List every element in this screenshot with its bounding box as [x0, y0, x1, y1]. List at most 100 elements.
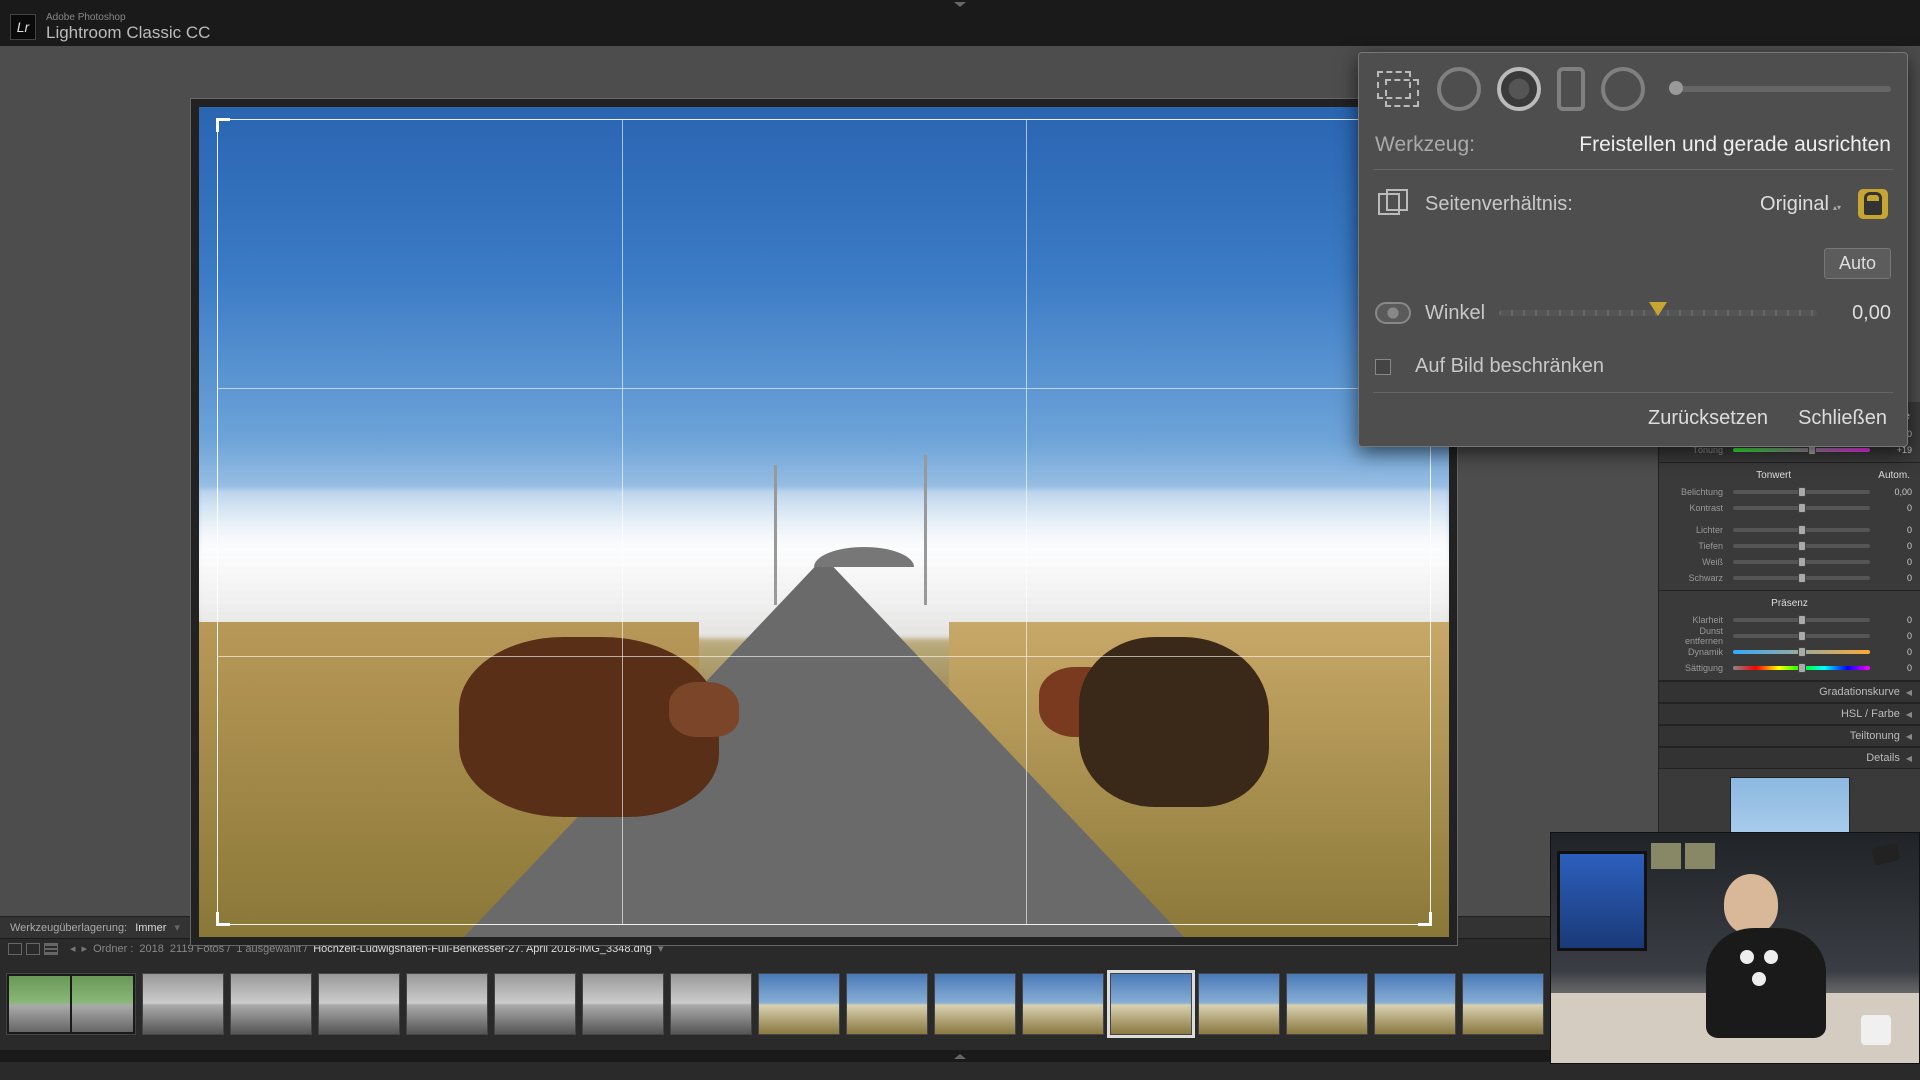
filmstrip-thumbnail[interactable] — [582, 973, 664, 1035]
panel-header-collapsed[interactable]: Gradationskurve◀ — [1659, 681, 1920, 703]
panel-header-collapsed[interactable]: Teiltonung◀ — [1659, 725, 1920, 747]
filmstrip-thumbnail[interactable] — [846, 973, 928, 1035]
slider-value[interactable]: 0 — [1876, 573, 1912, 583]
app-title-wrap: Adobe Photoshop Lightroom Classic CC — [46, 12, 210, 43]
crop-tool-icon[interactable] — [1375, 69, 1421, 109]
chevron-updown-icon: ▴▾ — [1833, 204, 1841, 211]
slider-label: Lichter — [1667, 525, 1727, 535]
tone-slider-row: Lichter 0 — [1667, 522, 1912, 538]
view-mode-single-icon[interactable] — [8, 943, 22, 955]
grid-icon[interactable] — [44, 943, 58, 955]
slider-label: Dunst entfernen — [1667, 626, 1727, 646]
slider-label: Dynamik — [1667, 647, 1727, 657]
tone-slider[interactable] — [1733, 490, 1870, 494]
crop-grid-line — [218, 388, 1430, 389]
crop-handle-bottom-left[interactable] — [216, 912, 230, 926]
webcam-person — [1706, 874, 1796, 1024]
spot-removal-tool-icon[interactable] — [1437, 67, 1481, 111]
slider-value[interactable]: 0 — [1876, 631, 1912, 641]
filmstrip-thumbnail[interactable] — [1374, 973, 1456, 1035]
filmstrip-thumbnail[interactable] — [6, 973, 136, 1035]
filmstrip-thumbnail[interactable] — [142, 973, 224, 1035]
angle-slider-thumb[interactable] — [1649, 302, 1667, 316]
graduated-filter-tool-icon[interactable] — [1557, 67, 1585, 111]
tone-slider[interactable] — [1733, 544, 1870, 548]
filmstrip-thumbnail[interactable] — [406, 973, 488, 1035]
image-preview[interactable] — [199, 107, 1449, 937]
filmstrip-thumbnail[interactable] — [758, 973, 840, 1035]
tone-slider-row: Tiefen 0 — [1667, 538, 1912, 554]
slider-value[interactable]: 0 — [1876, 541, 1912, 551]
slider-value[interactable]: 0 — [1876, 663, 1912, 673]
slider-value[interactable]: 0 — [1876, 647, 1912, 657]
path-year[interactable]: 2018 — [139, 943, 163, 955]
reset-button[interactable]: Zurücksetzen — [1648, 407, 1768, 430]
angle-value[interactable]: 0,00 — [1831, 302, 1891, 325]
angle-slider[interactable] — [1499, 310, 1817, 316]
aspect-ratio-icon[interactable] — [1375, 186, 1411, 222]
chevron-left-icon: ◀ — [1906, 754, 1912, 763]
nav-forward-icon[interactable]: ▸ — [82, 942, 88, 955]
filmstrip-thumbnail[interactable] — [670, 973, 752, 1035]
slider-value[interactable]: 0 — [1876, 503, 1912, 513]
tone-slider[interactable] — [1733, 576, 1870, 580]
slider-value[interactable]: 0,00 — [1876, 487, 1912, 497]
presence-slider-row: Dynamik 0 — [1667, 644, 1912, 660]
tone-slider[interactable] — [1733, 528, 1870, 532]
panel-title: Teiltonung — [1850, 730, 1900, 742]
slider-label: Tiefen — [1667, 541, 1727, 551]
slider-label: Belichtung — [1667, 487, 1727, 497]
tint-slider[interactable] — [1733, 448, 1870, 452]
slider-value[interactable]: 0 — [1876, 615, 1912, 625]
filmstrip-thumbnail[interactable] — [1198, 973, 1280, 1035]
redeye-tool-icon[interactable] — [1497, 67, 1541, 111]
presence-slider[interactable] — [1733, 634, 1870, 638]
panel-header-collapsed[interactable]: Details◀ — [1659, 747, 1920, 769]
filmstrip-thumbnail[interactable] — [1286, 973, 1368, 1035]
tone-slider[interactable] — [1733, 506, 1870, 510]
radial-filter-tool-icon[interactable] — [1601, 67, 1645, 111]
angle-auto-button[interactable]: Auto — [1824, 248, 1891, 279]
main-area: ✎ WA Wie Aufnahme Temp. 5.850 Tönung +19… — [0, 46, 1920, 916]
nav-back-icon[interactable]: ◂ — [70, 942, 76, 955]
presence-slider[interactable] — [1733, 666, 1870, 670]
aspect-lock-button[interactable] — [1855, 186, 1891, 222]
webcam-overlay — [1550, 832, 1920, 1064]
crop-overlay[interactable] — [217, 119, 1431, 925]
filmstrip-thumbnail[interactable] — [494, 973, 576, 1035]
filmstrip-thumbnail[interactable] — [934, 973, 1016, 1035]
view-mode-compare-icon[interactable] — [26, 943, 40, 955]
filmstrip-thumbnail[interactable] — [1022, 973, 1104, 1035]
constrain-to-image-checkbox[interactable] — [1375, 359, 1391, 375]
filmstrip-thumbnail[interactable] — [1462, 973, 1544, 1035]
filmstrip-thumbnail[interactable] — [318, 973, 400, 1035]
panel-header-collapsed[interactable]: HSL / Farbe◀ — [1659, 703, 1920, 725]
lightroom-logo-icon: Lr — [10, 14, 36, 40]
tone-slider-row: Schwarz 0 — [1667, 570, 1912, 586]
tone-slider[interactable] — [1733, 560, 1870, 564]
presence-slider-row: Sättigung 0 — [1667, 660, 1912, 676]
tone-auto-button[interactable]: Autom. — [1878, 470, 1910, 481]
slider-value[interactable]: 0 — [1876, 525, 1912, 535]
title-bar: Lr Adobe Photoshop Lightroom Classic CC — [0, 8, 1920, 46]
straighten-tool-icon[interactable] — [1375, 295, 1411, 331]
filmstrip-thumbnail[interactable] — [230, 973, 312, 1035]
presence-slider[interactable] — [1733, 618, 1870, 622]
crop-handle-bottom-right[interactable] — [1418, 912, 1432, 926]
aspect-label: Seitenverhältnis: — [1425, 193, 1746, 216]
close-button[interactable]: Schließen — [1798, 407, 1887, 430]
tool-name: Freistellen und gerade ausrichten — [1579, 133, 1891, 157]
presence-slider[interactable] — [1733, 650, 1870, 654]
crop-handle-top-left[interactable] — [216, 118, 230, 132]
webcam-photos — [1651, 843, 1715, 869]
crop-tool-panel: Werkzeug: Freistellen und gerade ausrich… — [1358, 52, 1908, 447]
image-frame[interactable] — [190, 98, 1458, 946]
aspect-dropdown[interactable]: Original▴▾ — [1760, 193, 1841, 216]
tone-slider-row: Kontrast 0 — [1667, 500, 1912, 516]
overlay-mode-dropdown[interactable]: Immer — [135, 922, 166, 934]
top-collapse-handle[interactable] — [0, 0, 1920, 8]
webcam-lamp — [1849, 841, 1909, 901]
filmstrip-thumbnail-selected[interactable] — [1110, 973, 1192, 1035]
mask-amount-slider[interactable] — [1669, 86, 1891, 92]
slider-value[interactable]: 0 — [1876, 557, 1912, 567]
